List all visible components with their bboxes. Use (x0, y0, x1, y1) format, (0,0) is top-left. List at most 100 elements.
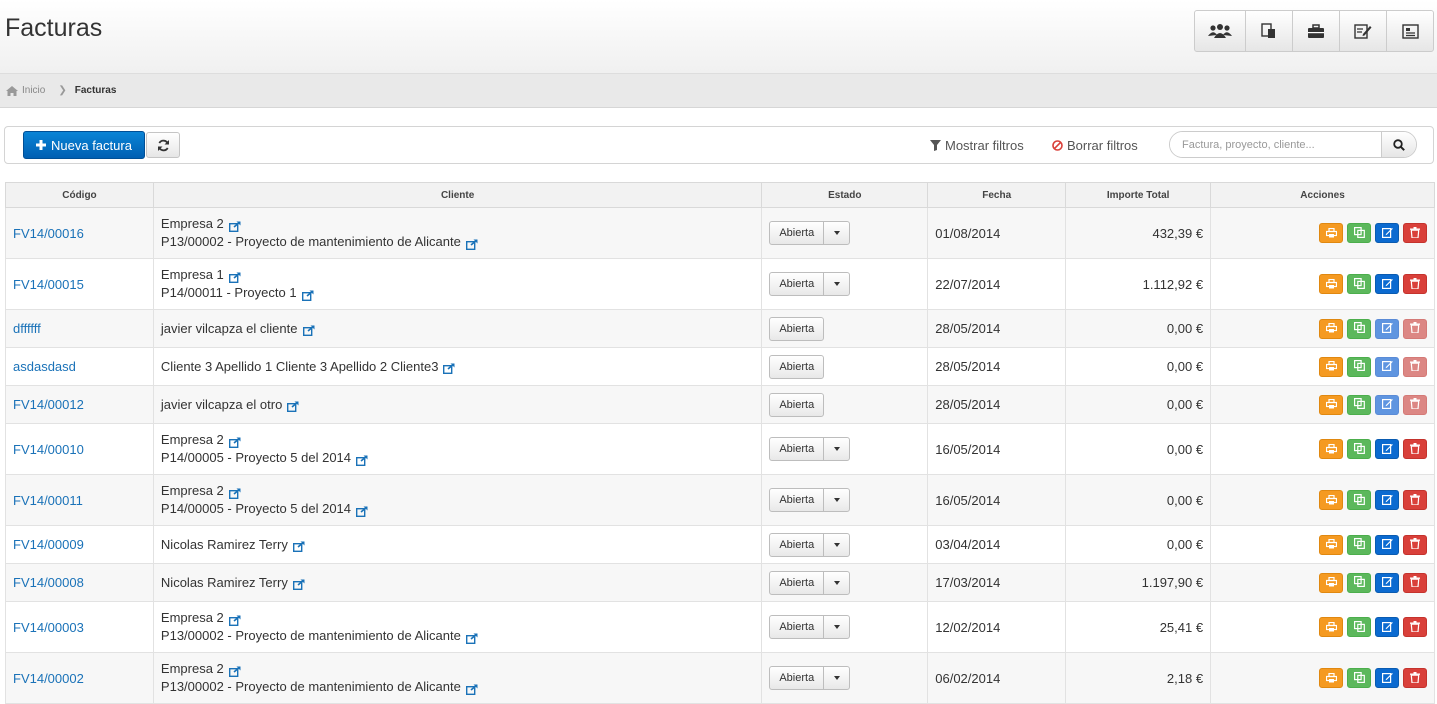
print-button[interactable] (1319, 394, 1343, 415)
table-row[interactable]: FV14/00015 Empresa 1 P14/00011 - Proyecto … (5, 258, 1435, 310)
delete-button[interactable] (1403, 394, 1427, 415)
status-dropdown-toggle[interactable] (823, 571, 849, 594)
external-link-icon[interactable] (228, 435, 241, 448)
documents-tool-button[interactable] (1245, 11, 1292, 51)
table-row[interactable]: asdasdasd Cliente 3 Apellido 1 Cliente 3 … (5, 347, 1435, 386)
external-link-icon[interactable] (465, 237, 478, 250)
delete-button[interactable] (1403, 318, 1427, 339)
table-row[interactable]: dffffff javier vilcapza el cliente Abierta… (5, 309, 1435, 348)
status-button[interactable]: Abierta (770, 489, 823, 511)
invoice-code-link[interactable]: FV14/00002 (13, 671, 84, 686)
invoice-code-link[interactable]: FV14/00015 (13, 277, 84, 292)
print-button[interactable] (1319, 356, 1343, 377)
invoice-code-link[interactable]: FV14/00012 (13, 397, 84, 412)
delete-button[interactable] (1403, 439, 1427, 459)
status-dropdown-toggle[interactable] (823, 273, 849, 295)
clients-tool-button[interactable] (1195, 11, 1245, 51)
search-button[interactable] (1381, 132, 1416, 157)
status-button[interactable]: Abierta (770, 438, 823, 460)
print-button[interactable] (1319, 223, 1343, 243)
external-link-icon[interactable] (228, 486, 241, 499)
external-link-icon[interactable] (228, 219, 241, 232)
duplicate-button[interactable] (1347, 534, 1371, 555)
invoice-code-link[interactable]: FV14/00011 (13, 493, 83, 508)
table-row[interactable]: FV14/00012 javier vilcapza el otro Abierta… (5, 385, 1435, 424)
breadcrumb-home-label[interactable]: Inicio (22, 85, 45, 96)
edit-button[interactable] (1375, 394, 1399, 415)
external-link-icon[interactable] (356, 453, 368, 466)
delete-button[interactable] (1403, 534, 1427, 555)
clear-filters-link[interactable]: Borrar filtros (1052, 138, 1138, 153)
duplicate-button[interactable] (1347, 394, 1371, 415)
external-link-icon[interactable] (356, 504, 368, 517)
refresh-button[interactable] (146, 132, 180, 158)
external-link-icon[interactable] (292, 577, 305, 590)
print-button[interactable] (1319, 274, 1343, 294)
table-row[interactable]: FV14/00016 Empresa 2 P13/00002 - Proyecto … (5, 207, 1435, 259)
show-filters-link[interactable]: Mostrar filtros (930, 138, 1024, 153)
edit-button[interactable] (1375, 274, 1399, 294)
contacts-tool-button[interactable] (1386, 11, 1433, 51)
external-link-icon[interactable] (465, 631, 478, 644)
status-button[interactable]: Abierta (770, 318, 823, 340)
table-row[interactable]: FV14/00003 Empresa 2 P13/00002 - Proyecto … (5, 601, 1435, 653)
duplicate-button[interactable] (1347, 356, 1371, 377)
notes-tool-button[interactable] (1339, 11, 1386, 51)
column-header-date[interactable]: Fecha (927, 182, 1067, 208)
duplicate-button[interactable] (1347, 318, 1371, 339)
table-row[interactable]: FV14/00010 Empresa 2 P14/00005 - Proyecto … (5, 423, 1435, 475)
invoice-code-link[interactable]: asdasdasd (13, 359, 76, 374)
delete-button[interactable] (1403, 617, 1427, 637)
external-link-icon[interactable] (228, 270, 241, 283)
edit-button[interactable] (1375, 318, 1399, 339)
status-button[interactable]: Abierta (770, 394, 823, 416)
delete-button[interactable] (1403, 356, 1427, 377)
status-dropdown-toggle[interactable] (823, 667, 849, 689)
edit-button[interactable] (1375, 617, 1399, 637)
delete-button[interactable] (1403, 572, 1427, 593)
status-button[interactable]: Abierta (770, 572, 823, 594)
edit-button[interactable] (1375, 490, 1399, 510)
invoice-code-link[interactable]: FV14/00016 (13, 226, 84, 241)
status-button[interactable]: Abierta (770, 616, 823, 638)
invoice-code-link[interactable]: FV14/00010 (13, 442, 84, 457)
table-row[interactable]: FV14/00002 Empresa 2 P13/00002 - Proyecto … (5, 652, 1435, 704)
status-dropdown-toggle[interactable] (823, 616, 849, 638)
status-dropdown-toggle[interactable] (823, 438, 849, 460)
external-link-icon[interactable] (443, 361, 455, 374)
external-link-icon[interactable] (301, 288, 314, 301)
status-button[interactable]: Abierta (770, 534, 823, 556)
external-link-icon[interactable] (292, 539, 305, 552)
delete-button[interactable] (1403, 274, 1427, 294)
external-link-icon[interactable] (302, 323, 315, 336)
duplicate-button[interactable] (1347, 439, 1371, 459)
print-button[interactable] (1319, 617, 1343, 637)
delete-button[interactable] (1403, 668, 1427, 688)
delete-button[interactable] (1403, 490, 1427, 510)
projects-tool-button[interactable] (1292, 11, 1339, 51)
status-dropdown-toggle[interactable] (823, 489, 849, 511)
table-row[interactable]: FV14/00009 Nicolas Ramirez Terry Abierta 03… (5, 525, 1435, 564)
duplicate-button[interactable] (1347, 223, 1371, 243)
status-button[interactable]: Abierta (770, 667, 823, 689)
search-input[interactable] (1170, 132, 1381, 157)
column-header-code[interactable]: Código (5, 182, 154, 208)
edit-button[interactable] (1375, 356, 1399, 377)
edit-button[interactable] (1375, 534, 1399, 555)
table-row[interactable]: FV14/00008 Nicolas Ramirez Terry Abierta 17… (5, 563, 1435, 602)
invoice-code-link[interactable]: FV14/00008 (13, 575, 84, 590)
edit-button[interactable] (1375, 668, 1399, 688)
column-header-status[interactable]: Estado (761, 182, 929, 208)
column-header-client[interactable]: Cliente (152, 182, 763, 208)
print-button[interactable] (1319, 668, 1343, 688)
invoice-code-link[interactable]: FV14/00003 (13, 620, 84, 635)
external-link-icon[interactable] (465, 682, 478, 695)
duplicate-button[interactable] (1347, 572, 1371, 593)
status-dropdown-toggle[interactable] (823, 222, 849, 244)
status-dropdown-toggle[interactable] (823, 533, 849, 556)
column-header-total[interactable]: Importe Total (1065, 182, 1212, 208)
status-button[interactable]: Abierta (770, 273, 823, 295)
edit-button[interactable] (1375, 572, 1399, 593)
external-link-icon[interactable] (228, 664, 241, 677)
status-button[interactable]: Abierta (770, 222, 823, 244)
